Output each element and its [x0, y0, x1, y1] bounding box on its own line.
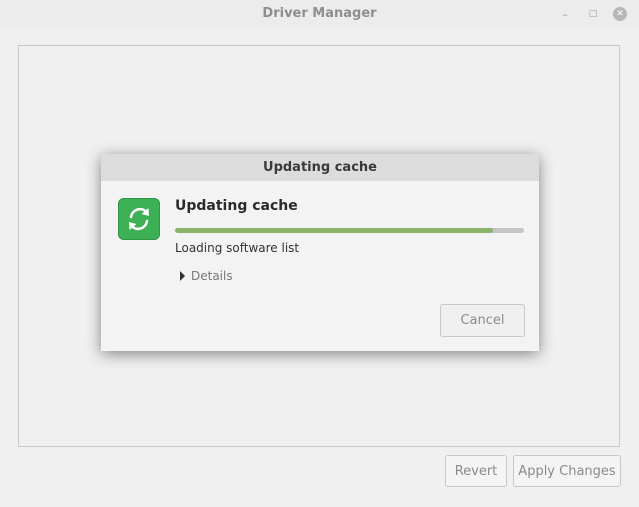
dialog-titlebar[interactable]: Updating cache — [101, 154, 539, 181]
progress-bar — [175, 228, 524, 233]
dialog-heading: Updating cache — [175, 198, 298, 214]
window-titlebar[interactable]: Driver Manager – □ ✕ — [0, 0, 639, 28]
close-button[interactable]: ✕ — [611, 5, 629, 23]
minimize-icon: – — [562, 7, 568, 21]
cancel-button[interactable]: Cancel — [440, 304, 525, 337]
updating-cache-dialog: Updating cache Updating cache Loading so… — [101, 154, 539, 351]
refresh-icon — [118, 198, 160, 240]
expand-arrow-icon — [180, 271, 185, 281]
maximize-icon: □ — [588, 8, 598, 19]
window-title: Driver Manager — [262, 6, 377, 21]
apply-changes-button[interactable]: Apply Changes — [513, 455, 621, 487]
close-icon: ✕ — [613, 7, 627, 21]
status-text: Loading software list — [175, 241, 300, 255]
details-expander[interactable]: Details — [180, 269, 233, 283]
revert-button[interactable]: Revert — [445, 455, 507, 487]
minimize-button[interactable]: – — [556, 5, 574, 23]
progress-fill — [175, 228, 493, 233]
details-label: Details — [191, 269, 233, 283]
maximize-button[interactable]: □ — [584, 5, 602, 23]
